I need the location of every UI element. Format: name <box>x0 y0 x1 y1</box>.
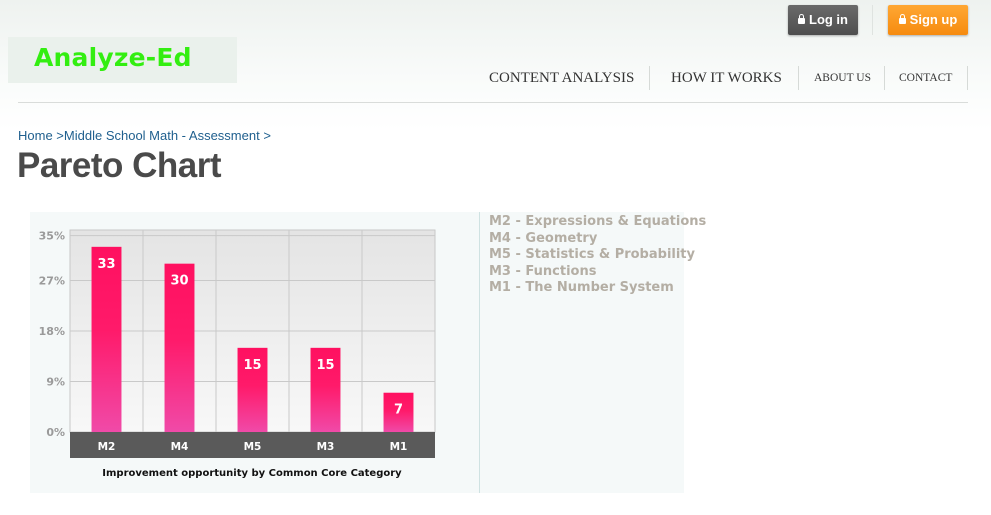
legend-item: M5 - Statistics & Probability <box>489 247 696 262</box>
login-button[interactable]: Log in <box>788 5 858 35</box>
y-tick-label: 18% <box>39 325 65 338</box>
page-title: Pareto Chart <box>17 146 222 185</box>
signup-button[interactable]: Sign up <box>888 5 968 35</box>
signup-label: Sign up <box>909 12 958 27</box>
x-axis-label: Improvement opportunity by Common Core C… <box>102 468 402 479</box>
bar-value-label: 15 <box>243 358 261 373</box>
breadcrumb-separator: > <box>52 128 64 143</box>
bar-value-label: 7 <box>394 403 403 418</box>
bar-m4 <box>164 263 195 432</box>
x-tick-label: M1 <box>390 441 408 453</box>
breadcrumb: Home >Middle School Math - Assessment > <box>18 128 271 143</box>
chart-legend: M2 - Expressions & Equations M4 - Geomet… <box>489 214 706 297</box>
nav-how-it-works[interactable]: HOW IT WORKS <box>671 66 782 90</box>
x-tick-label: M3 <box>317 441 335 453</box>
y-tick-label: 0% <box>46 426 65 439</box>
nav-divider <box>798 66 799 90</box>
nav-contact[interactable]: CONTACT <box>899 66 952 90</box>
pareto-chart: 33 30 15 15 7 M2 M4 M5 M3 M1 0% 9% 18% 27% 35% Impro… <box>39 229 436 479</box>
bar-m2 <box>91 246 122 432</box>
bar-value-label: 30 <box>170 274 188 289</box>
chart-panel-divider <box>479 212 480 493</box>
bar-value-label: 15 <box>316 358 334 373</box>
lock-icon <box>798 14 805 24</box>
header-divider <box>18 102 968 103</box>
breadcrumb-separator: > <box>259 128 271 143</box>
breadcrumb-section[interactable]: Middle School Math - Assessment <box>64 128 260 143</box>
x-tick-label: M2 <box>98 441 116 453</box>
x-tick-label: M5 <box>244 441 262 453</box>
main-nav: CONTENT ANALYSIS HOW IT WORKS ABOUT US C… <box>0 66 991 90</box>
nav-content-analysis[interactable]: CONTENT ANALYSIS <box>489 66 634 90</box>
x-tick-label: M4 <box>171 441 189 453</box>
legend-item: M1 - The Number System <box>489 280 674 295</box>
nav-about-us[interactable]: ABOUT US <box>814 66 871 90</box>
nav-divider <box>649 66 650 90</box>
y-tick-label: 35% <box>39 230 65 243</box>
auth-divider <box>872 5 873 35</box>
bar-value-label: 33 <box>97 257 115 272</box>
y-tick-label: 9% <box>46 376 65 389</box>
legend-item: M4 - Geometry <box>489 230 598 246</box>
breadcrumb-home[interactable]: Home <box>18 128 53 143</box>
nav-divider <box>884 66 885 90</box>
nav-divider <box>967 66 968 90</box>
lock-icon <box>898 14 906 24</box>
legend-item: M3 - Functions <box>489 263 597 279</box>
legend-item: M2 - Expressions & Equations <box>489 214 707 229</box>
login-label: Log in <box>809 12 848 27</box>
y-tick-label: 27% <box>39 275 65 288</box>
